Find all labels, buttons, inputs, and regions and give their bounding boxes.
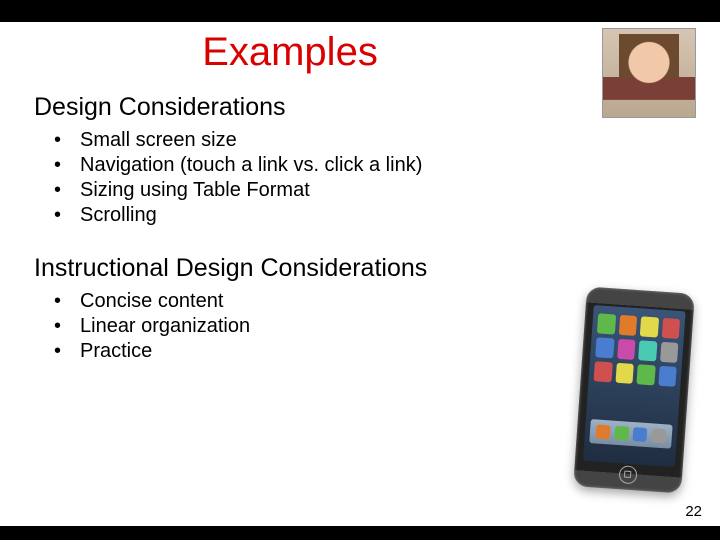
phone-home-button-icon <box>618 465 637 484</box>
list-item: •Small screen size <box>54 128 720 153</box>
page-number: 22 <box>685 503 702 520</box>
bottom-black-bar <box>0 526 720 540</box>
section-heading: Instructional Design Considerations <box>34 254 720 283</box>
list-item: •Scrolling <box>54 203 720 228</box>
list-item-text: Small screen size <box>80 128 237 153</box>
list-item-text: Sizing using Table Format <box>80 178 310 203</box>
bullet-list: •Small screen size •Navigation (touch a … <box>54 128 720 228</box>
list-item-text: Concise content <box>80 289 223 314</box>
list-item-text: Scrolling <box>80 203 157 228</box>
list-item-text: Practice <box>80 339 152 364</box>
top-black-bar <box>0 0 720 22</box>
presenter-portrait-image <box>602 28 696 118</box>
list-item-text: Navigation (touch a link vs. click a lin… <box>80 153 422 178</box>
smartphone-image <box>573 286 695 493</box>
list-item-text: Linear organization <box>80 314 250 339</box>
list-item: •Navigation (touch a link vs. click a li… <box>54 153 720 178</box>
list-item: •Sizing using Table Format <box>54 178 720 203</box>
